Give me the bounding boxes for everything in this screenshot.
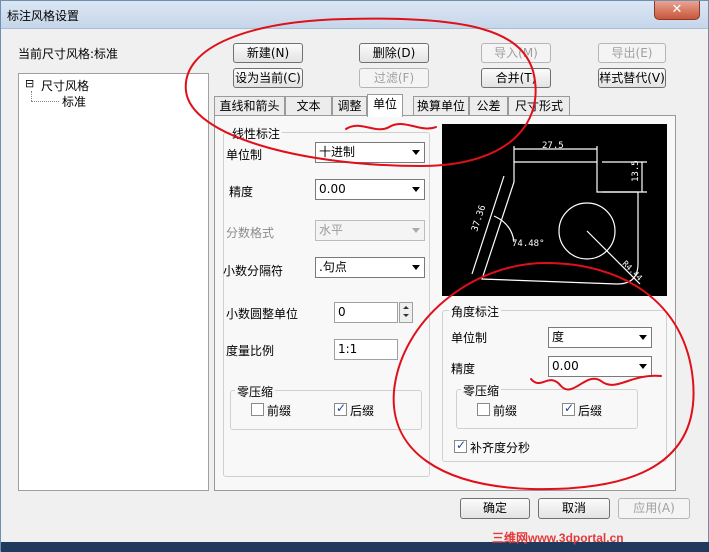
fraction-format-select[interactable]: 水平 xyxy=(315,220,425,241)
dimension-preview: 27.5 13.5 37.36 74.48° R4.44 xyxy=(442,124,667,296)
angular-precision-select[interactable]: 0.00 xyxy=(548,356,652,377)
linear-precision-value: 0.00 xyxy=(319,182,346,196)
chevron-down-icon xyxy=(412,228,420,233)
merge-button[interactable]: 合并(T) xyxy=(481,68,551,88)
spin-up-icon[interactable] xyxy=(400,303,412,312)
round-off-label: 小数圆整单位 xyxy=(226,307,299,321)
style-override-button[interactable]: 样式替代(V) xyxy=(598,68,666,88)
import-button[interactable]: 导入(M) xyxy=(481,43,551,63)
delete-button[interactable]: 删除(D) xyxy=(359,43,429,63)
preview-dim-left: 37.36 xyxy=(470,204,488,233)
current-style-label: 当前尺寸风格:标准 xyxy=(18,47,119,61)
angular-zero-title: 零压缩 xyxy=(461,382,502,399)
linear-unit-label: 单位制 xyxy=(226,148,263,162)
chevron-down-icon xyxy=(412,187,420,192)
tab-dim-form[interactable]: 尺寸形式 xyxy=(508,96,570,116)
scale-factor-input[interactable]: 1:1 xyxy=(334,339,398,360)
linear-zero-title: 零压缩 xyxy=(235,383,276,400)
close-button[interactable]: ✕ xyxy=(654,1,700,20)
angular-trailing-checkbox[interactable] xyxy=(562,401,575,416)
set-current-button[interactable]: 设为当前(C) xyxy=(233,68,303,88)
close-icon: ✕ xyxy=(671,2,683,17)
linear-trailing-checkbox[interactable] xyxy=(334,401,347,416)
style-tree[interactable]: ⊟ 尺寸风格 标准 xyxy=(18,73,209,491)
chevron-down-icon xyxy=(639,335,647,340)
linear-precision-label: 精度 xyxy=(229,185,254,199)
tab-tolerance[interactable]: 公差 xyxy=(469,96,508,116)
tab-lines-arrows[interactable]: 直线和箭头 xyxy=(214,96,285,116)
linear-unit-select[interactable]: 十进制 xyxy=(315,142,425,163)
preview-dim-right: 13.5 xyxy=(631,160,641,182)
apply-button[interactable]: 应用(A) xyxy=(618,498,690,519)
tab-adjust[interactable]: 调整 xyxy=(332,96,367,116)
pad-dms-checkbox[interactable] xyxy=(454,438,467,453)
chevron-down-icon xyxy=(412,150,420,155)
preview-drawing: 27.5 13.5 37.36 74.48° R4.44 xyxy=(470,141,647,285)
tab-alt-units[interactable]: 换算单位 xyxy=(413,96,469,116)
preview-dim-top: 27.5 xyxy=(542,141,564,151)
linear-precision-select[interactable]: 0.00 xyxy=(315,179,425,200)
linear-unit-value: 十进制 xyxy=(319,145,356,159)
decimal-separator-select[interactable]: .句点 xyxy=(315,257,425,278)
linear-leading-label: 前缀 xyxy=(267,404,292,418)
round-off-spinner[interactable] xyxy=(399,302,413,323)
fraction-format-label: 分数格式 xyxy=(226,226,275,240)
decimal-separator-value: .句点 xyxy=(319,260,347,274)
angular-group-title: 角度标注 xyxy=(449,303,502,320)
chevron-down-icon xyxy=(639,364,647,369)
preview-dim-angle: 74.48° xyxy=(512,239,545,249)
angular-leading-checkbox[interactable] xyxy=(477,403,490,416)
tab-text[interactable]: 文本 xyxy=(285,96,332,116)
tree-root-item[interactable]: 尺寸风格 xyxy=(41,77,89,94)
dimension-style-dialog: 标注风格设置 ✕ 当前尺寸风格:标准 新建(N) 删除(D) 导入(M) 导出(… xyxy=(0,0,709,552)
linear-trailing-label: 后缀 xyxy=(350,404,375,418)
angular-precision-value: 0.00 xyxy=(552,359,579,373)
linear-leading-checkbox[interactable] xyxy=(251,403,264,416)
angular-unit-select[interactable]: 度 xyxy=(548,327,652,348)
spin-down-icon[interactable] xyxy=(400,312,412,321)
title-bar: 标注风格设置 ✕ xyxy=(1,1,708,29)
filter-button[interactable]: 过滤(F) xyxy=(359,68,429,88)
pad-dms-label: 补齐度分秒 xyxy=(470,441,531,455)
ok-button[interactable]: 确定 xyxy=(460,498,530,519)
angular-unit-label: 单位制 xyxy=(451,331,488,345)
round-off-input[interactable]: 0 xyxy=(334,302,398,323)
tree-connector-h xyxy=(31,101,59,102)
angular-leading-label: 前缀 xyxy=(493,404,518,418)
tree-connector xyxy=(31,91,32,101)
angular-precision-label: 精度 xyxy=(451,362,476,376)
angular-unit-value: 度 xyxy=(552,330,565,344)
scale-factor-label: 度量比例 xyxy=(226,344,275,358)
new-button[interactable]: 新建(N) xyxy=(233,43,303,63)
cancel-button[interactable]: 取消 xyxy=(538,498,610,519)
chevron-down-icon xyxy=(412,265,420,270)
angular-trailing-label: 后缀 xyxy=(578,404,603,418)
tree-collapse-icon[interactable]: ⊟ xyxy=(25,77,34,90)
decimal-separator-label: 小数分隔符 xyxy=(223,264,284,278)
watermark-text: 三维网www.3dportal.cn xyxy=(492,531,624,545)
window-title: 标注风格设置 xyxy=(7,9,80,23)
linear-group-title: 线性标注 xyxy=(230,125,283,142)
fraction-format-value: 水平 xyxy=(319,223,344,237)
tab-units[interactable]: 单位 xyxy=(367,94,403,117)
export-button[interactable]: 导出(E) xyxy=(598,43,666,63)
tree-item-standard[interactable]: 标准 xyxy=(62,93,86,110)
